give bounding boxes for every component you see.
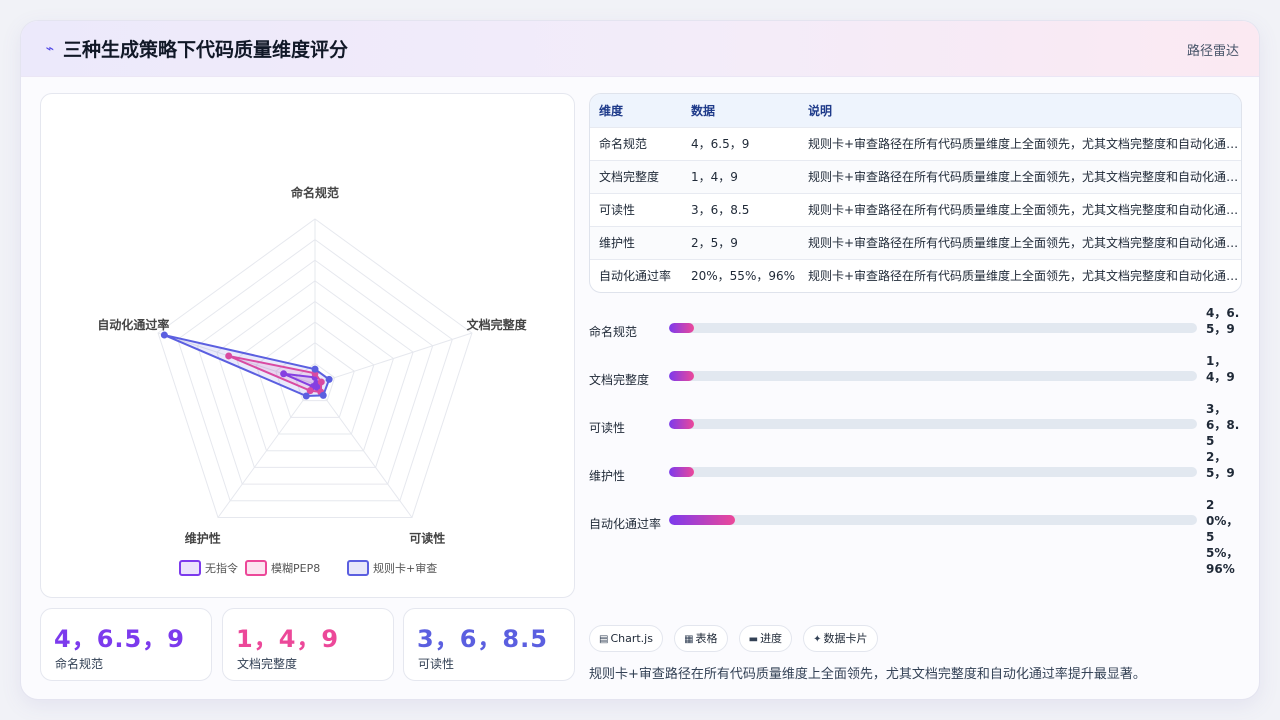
- chip-label: 数据卡片: [823, 632, 868, 645]
- radar-point: [325, 375, 333, 383]
- table-header: 说明: [808, 103, 833, 118]
- table-cell: 3，6，8.5: [682, 192, 799, 226]
- table-cell: 自动化通过率: [590, 258, 682, 292]
- stat-value: 1，4，9: [236, 625, 340, 653]
- progress-value: 1，4，9: [1206, 354, 1235, 384]
- stat-label: 文档完整度: [237, 657, 298, 671]
- table-cell: 可读性: [590, 192, 682, 226]
- stat-label: 命名规范: [55, 657, 104, 671]
- progress-label: 维护性: [589, 469, 626, 483]
- progress-row: 维护性 2，5，9: [589, 450, 1249, 503]
- table-row: 自动化通过率 20%，55%，96% 规则卡+审查路径在所有代码质量维度上全面领…: [590, 258, 1241, 292]
- table-cell: 2，5，9: [682, 225, 799, 259]
- header: ⌁ 三种生成策略下代码质量维度评分 路径雷达: [21, 21, 1259, 77]
- radar-axis-label: 命名规范: [290, 185, 339, 200]
- table-row: 文档完整度 1，4，9 规则卡+审查路径在所有代码质量维度上全面领先，尤其文档完…: [590, 159, 1241, 193]
- table-cell: 1，4，9: [682, 159, 799, 193]
- legend-label: 模糊PEP8: [271, 561, 320, 575]
- progress-fill: [669, 515, 735, 525]
- table-header: 维度: [599, 103, 624, 118]
- page-title: 三种生成策略下代码质量维度评分: [63, 39, 349, 61]
- chart-icon: ▤: [599, 634, 609, 645]
- progress-row: 命名规范 4，6.5，9: [589, 306, 1249, 359]
- table-cell: 20%，55%，96%: [682, 258, 799, 292]
- radar-point: [160, 331, 168, 339]
- progress-fill: [669, 323, 694, 333]
- radar-axis-line: [314, 332, 473, 385]
- table-cell: 命名规范: [590, 126, 682, 160]
- progress-label: 文档完整度: [589, 373, 650, 387]
- radar-axis-label: 维护性: [185, 531, 221, 546]
- progress-fill: [669, 419, 694, 429]
- progress-track: [669, 323, 1197, 333]
- stat-card-docs: 1，4，9 文档完整度: [222, 608, 394, 681]
- radar-chart-panel: 命名规范文档完整度可读性 维护性 自动化通过率无指令 模糊PEP8 规则卡+审查: [40, 93, 575, 598]
- progress-track: [669, 371, 1197, 381]
- table-header-row: 维度 数据 说明: [590, 94, 1241, 127]
- legend-label: 无指令: [205, 561, 238, 575]
- chip-table[interactable]: ▦ 表格: [674, 625, 728, 652]
- stat-card-naming: 4，6.5，9 命名规范: [40, 608, 212, 681]
- radar-axis-label: 可读性: [409, 531, 445, 546]
- dashboard-card: ⌁ 三种生成策略下代码质量维度评分 路径雷达 命名规范 文档完整度 可读性 维护性 自动…: [20, 20, 1260, 700]
- progress-track: [669, 467, 1197, 477]
- progress-list: 命名规范 4，6.5，9 文档完整度 1，4，9 可读性 3，6，8.5 维护性…: [589, 306, 1249, 576]
- legend-swatch: [245, 560, 267, 576]
- table-cell: 规则卡+审查路径在所有代码质量维度上全面领先，尤其文档完整度和自动化通过率提升最…: [799, 225, 1241, 259]
- table-cell: 规则卡+审查路径在所有代码质量维度上全面领先，尤其文档完整度和自动化通过率提升最…: [799, 258, 1241, 292]
- table-header: 数据: [691, 103, 716, 118]
- progress-icon: ▬: [748, 634, 759, 645]
- stat-label: 可读性: [418, 657, 455, 671]
- progress-value: 4，6.5，9: [1206, 306, 1240, 336]
- progress-value: 2，5，9: [1206, 450, 1235, 480]
- progress-label: 可读性: [589, 421, 626, 435]
- radar-axis-label: 自动化通过率: [97, 317, 169, 332]
- progress-track: [669, 515, 1197, 525]
- progress-row: 自动化通过率 20%，55%，96%: [589, 498, 1249, 576]
- legend-swatch: [179, 560, 201, 576]
- pulse-icon: ⌁: [45, 41, 55, 57]
- radar-axis-label: 文档完整度: [467, 317, 528, 332]
- summary-text: 规则卡+审查路径在所有代码质量维度上全面领先，尤其文档完整度和自动化通过率提升最…: [589, 667, 1146, 682]
- legend-swatch: [347, 560, 369, 576]
- chip-data-card[interactable]: ✦ 数据卡片: [803, 625, 878, 652]
- progress-row: 可读性 3，6，8.5: [589, 402, 1249, 455]
- chip-label: 表格: [695, 632, 718, 645]
- stat-value: 3，6，8.5: [417, 625, 548, 653]
- chip-label: Chart.js: [610, 632, 653, 645]
- radar-series-area: [163, 334, 331, 398]
- progress-fill: [669, 467, 694, 477]
- progress-fill: [669, 371, 694, 381]
- radar-point: [302, 392, 310, 400]
- table-cell: 文档完整度: [590, 159, 682, 193]
- radar-point: [319, 391, 327, 399]
- data-table: 维度 数据 说明 命名规范 4，6.5，9 规则卡+审查路径在所有代码质量维度上…: [589, 93, 1242, 293]
- radar-point: [311, 365, 319, 373]
- table-row: 命名规范 4，6.5，9 规则卡+审查路径在所有代码质量维度上全面领先，尤其文档…: [590, 126, 1241, 160]
- radar-chart: 命名规范文档完整度可读性 维护性 自动化通过率无指令 模糊PEP8 规则卡+审查: [97, 185, 528, 576]
- table-cell: 规则卡+审查路径在所有代码质量维度上全面领先，尤其文档完整度和自动化通过率提升最…: [799, 126, 1241, 160]
- table-cell: 规则卡+审查路径在所有代码质量维度上全面领先，尤其文档完整度和自动化通过率提升最…: [799, 192, 1241, 226]
- legend-label: 规则卡+审查: [373, 561, 437, 575]
- feature-chips: ▤ Chart.js ▦ 表格 ▬ 进度 ✦ 数据卡片: [589, 625, 884, 653]
- table-row: 可读性 3，6，8.5 规则卡+审查路径在所有代码质量维度上全面领先，尤其文档完…: [590, 192, 1241, 226]
- header-tag[interactable]: 路径雷达: [1187, 40, 1239, 59]
- stat-card-readability: 3，6，8.5 可读性: [403, 608, 575, 681]
- progress-value: 20%，55%，96%: [1206, 498, 1239, 576]
- card-icon: ✦: [813, 634, 822, 645]
- progress-row: 文档完整度 1，4，9: [589, 354, 1249, 407]
- chip-label: 进度: [760, 632, 783, 645]
- chip-progress[interactable]: ▬ 进度: [738, 625, 793, 652]
- table-cell: 规则卡+审查路径在所有代码质量维度上全面领先，尤其文档完整度和自动化通过率提升最…: [799, 159, 1241, 193]
- table-cell: 4，6.5，9: [682, 126, 799, 160]
- progress-label: 自动化通过率: [589, 517, 662, 531]
- progress-value: 3，6，8.5: [1206, 402, 1240, 448]
- progress-label: 命名规范: [589, 325, 638, 339]
- table-row: 维护性 2，5，9 规则卡+审查路径在所有代码质量维度上全面领先，尤其文档完整度…: [590, 225, 1241, 259]
- progress-track: [669, 419, 1197, 429]
- stat-value: 4，6.5，9: [54, 625, 185, 653]
- chip-chartjs[interactable]: ▤ Chart.js: [589, 625, 663, 652]
- table-cell: 维护性: [590, 225, 682, 259]
- table-icon: ▦: [684, 634, 694, 645]
